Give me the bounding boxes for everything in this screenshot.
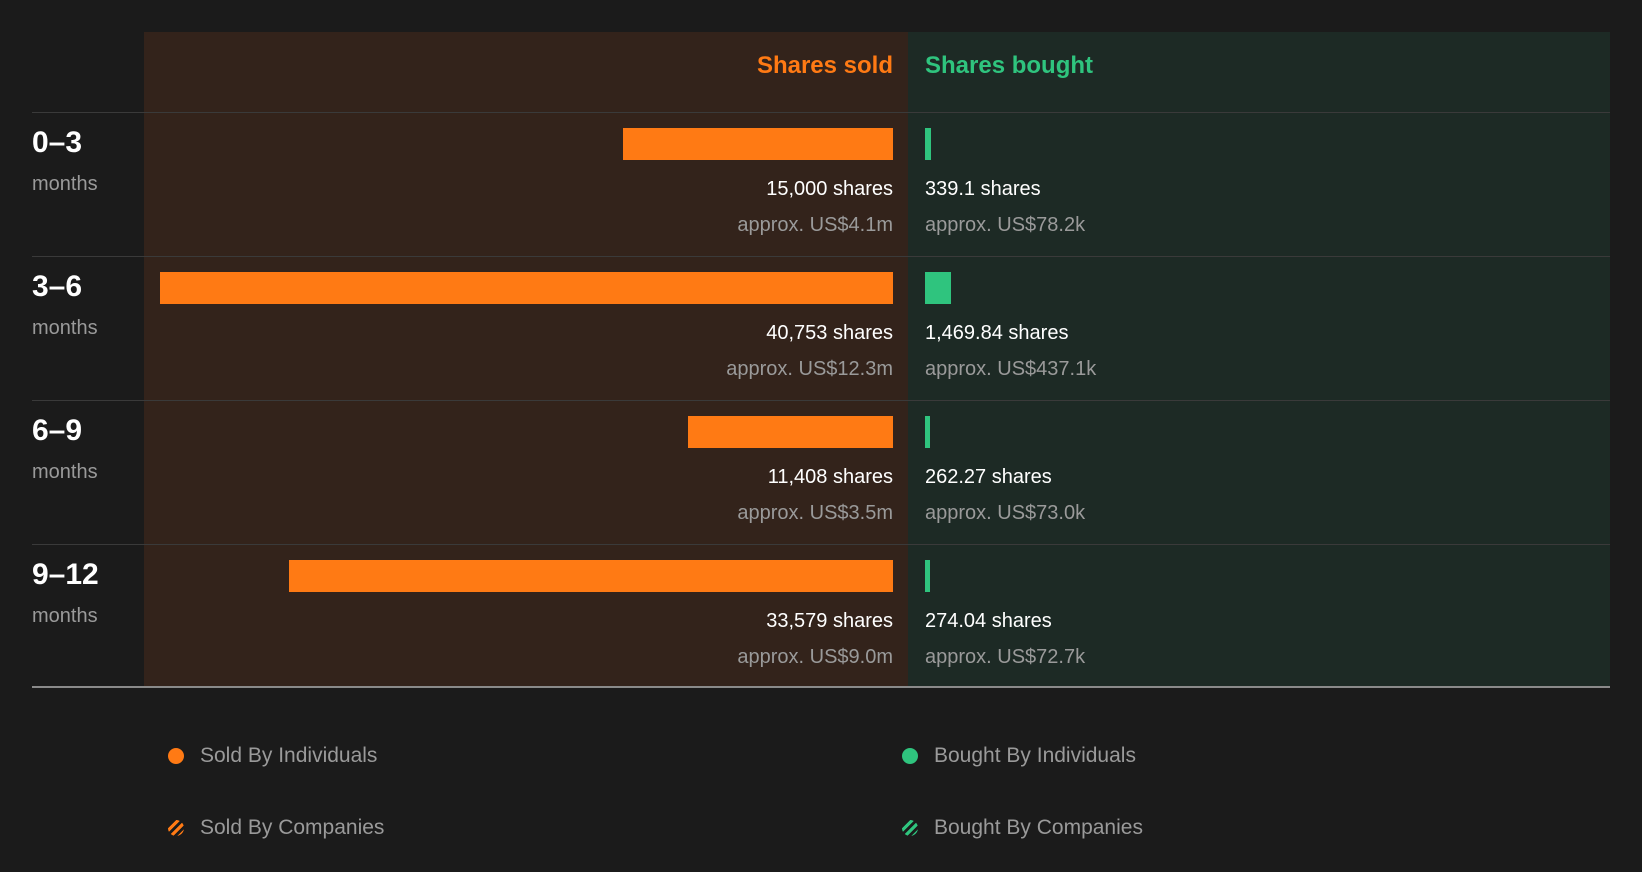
row-divider [32,544,1610,545]
bought-bar[interactable] [925,272,951,304]
sold-value-label: approx. US$4.1m [737,214,893,236]
bought-shares-label: 339.1 shares [925,178,1041,200]
bought-value-label: approx. US$78.2k [925,214,1086,236]
bought-value-label: approx. US$73.0k [925,502,1086,524]
row-period-label: 9–12 [32,558,99,591]
row-period-label: 0–3 [32,126,83,159]
legend-bought-individuals[interactable]: Bought By Individuals [902,744,1136,768]
legend-sold-companies[interactable]: Sold By Companies [168,816,384,840]
legend-sold-individuals[interactable]: Sold By Individuals [168,744,377,768]
legend-label: Bought By Companies [934,816,1143,839]
insider-trading-chart: Shares sold Shares bought 0–3 months 15,00… [0,0,1642,700]
bought-shares-label: 1,469.84 shares [925,322,1069,344]
row-period-unit: months [32,173,98,195]
row-period-label: 3–6 [32,270,83,303]
chart-baseline [32,686,1610,688]
sold-shares-label: 40,753 shares [766,322,893,344]
row-period-unit: months [32,605,98,627]
sold-value-label: approx. US$12.3m [726,358,893,380]
bought-shares-label: 274.04 shares [925,610,1052,632]
bought-value-label: approx. US$437.1k [925,358,1097,380]
legend-label: Sold By Companies [200,816,385,839]
legend-bought-companies[interactable]: Bought By Companies [902,816,1143,840]
sold-shares-label: 33,579 shares [766,610,893,632]
bought-bar[interactable] [925,128,931,160]
sold-value-label: approx. US$3.5m [737,502,893,524]
sold-value-label: approx. US$9.0m [737,646,893,668]
bought-bar[interactable] [925,560,930,592]
bought-column-title: Shares bought [925,52,1094,79]
row-period-unit: months [32,461,98,483]
row-divider [32,400,1610,401]
bought-shares-label: 262.27 shares [925,466,1052,488]
legend-dot-hatched-orange [168,820,184,836]
sold-bar[interactable] [623,128,893,160]
sold-bar[interactable] [160,272,893,304]
sold-bar[interactable] [687,416,893,448]
legend-label: Sold By Individuals [200,744,378,767]
row-divider [32,112,1610,113]
sold-column-title: Shares sold [756,52,893,79]
sold-shares-label: 11,408 shares [767,466,893,488]
legend-dot-hatched-green [902,820,918,836]
sold-bar[interactable] [289,560,893,592]
sold-shares-label: 15,000 shares [766,178,893,200]
bought-bar[interactable] [925,416,930,448]
legend-label: Bought By Individuals [934,744,1136,767]
legend-dot-solid-green [902,748,918,764]
row-period-unit: months [32,317,98,339]
bought-value-label: approx. US$72.7k [925,646,1086,668]
row-period-label: 6–9 [32,414,83,447]
legend-dot-solid-orange [168,748,184,764]
row-divider [32,256,1610,257]
